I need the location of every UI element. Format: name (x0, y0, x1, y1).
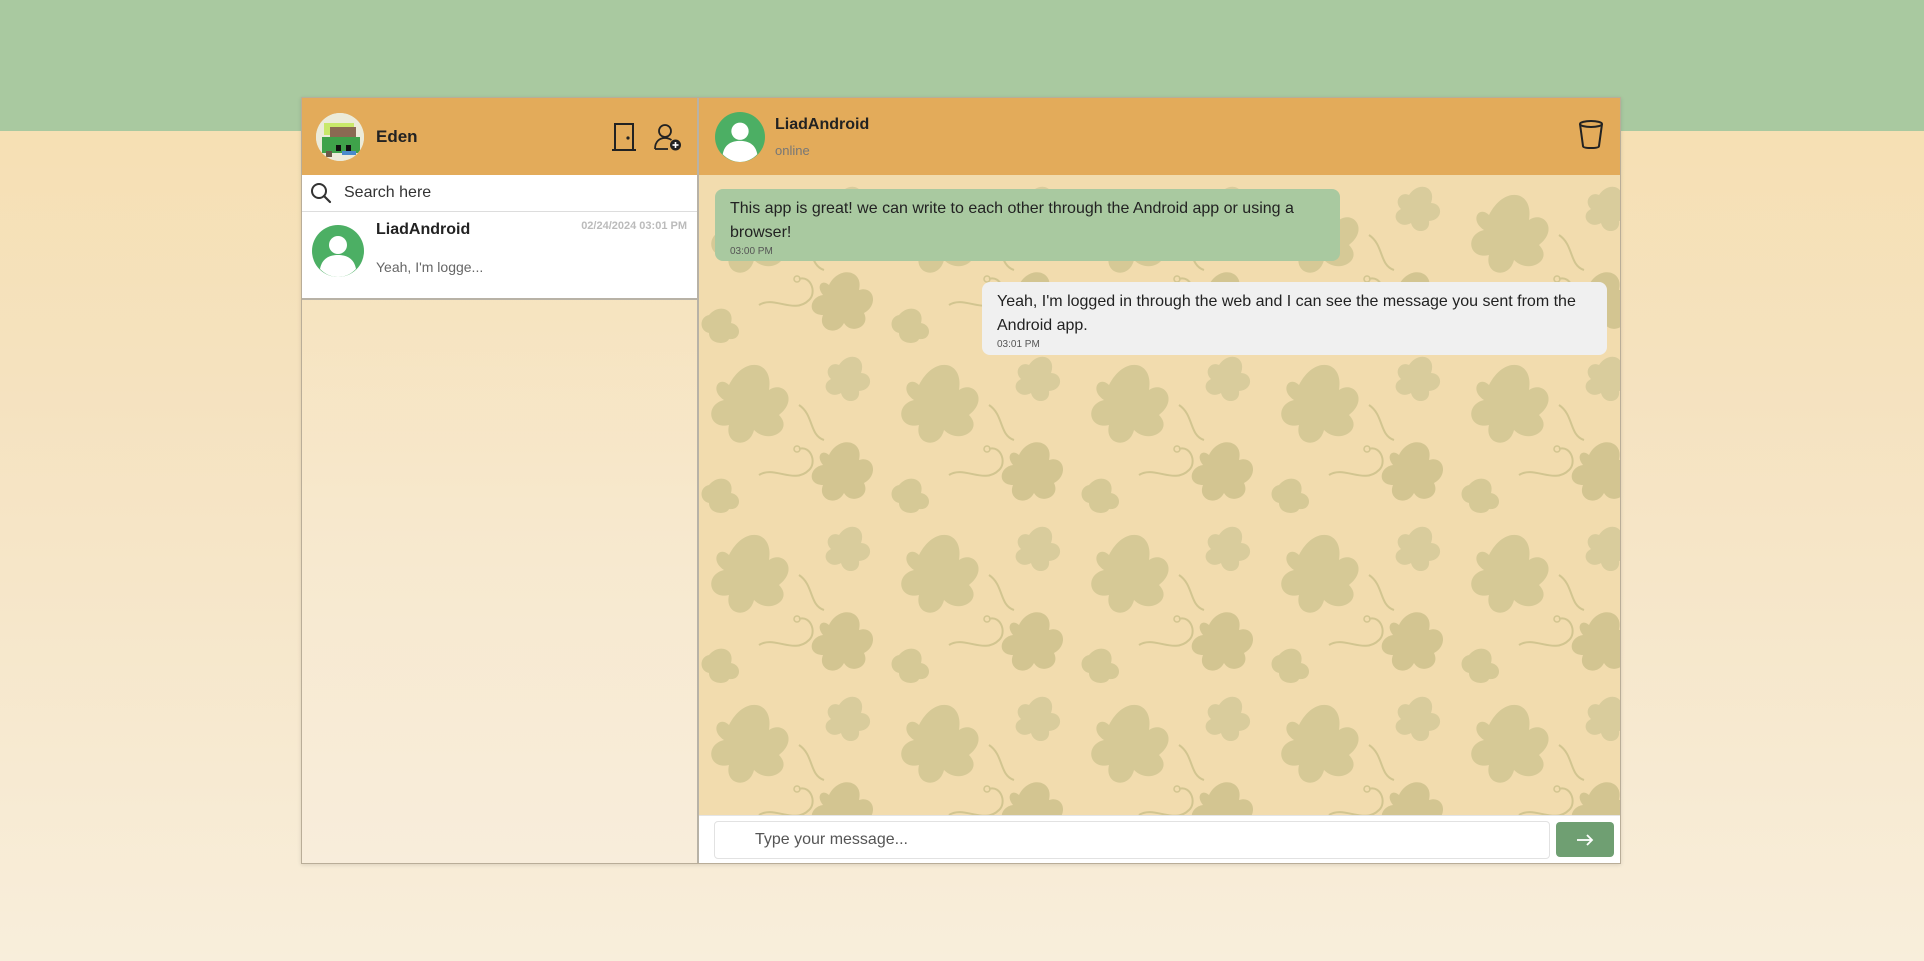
add-contact-button[interactable] (653, 121, 683, 153)
contact-avatar (312, 225, 364, 277)
message-composer (699, 815, 1620, 863)
chat-contact-status: online (775, 142, 810, 158)
user-header: Eden (302, 98, 697, 175)
door-icon (612, 122, 636, 151)
contact-item[interactable]: LiadAndroid Yeah, I'm logge... 02/24/202… (302, 212, 697, 300)
chat-contact-name: LiadAndroid (775, 115, 870, 133)
header-actions (609, 121, 683, 153)
logout-button[interactable] (609, 121, 639, 153)
search-bar (302, 175, 697, 212)
message-text: Yeah, I'm logged in through the web and … (997, 293, 1576, 334)
contact-timestamp: 02/24/2024 03:01 PM (581, 220, 687, 232)
contact-body: LiadAndroid Yeah, I'm logge... (376, 221, 483, 298)
leaf-pattern-background (699, 175, 1620, 815)
trash-icon (1579, 120, 1603, 150)
contact-name: LiadAndroid (376, 221, 471, 238)
chat-header: LiadAndroid online (699, 98, 1620, 175)
message-outgoing: Yeah, I'm logged in through the web and … (982, 282, 1607, 355)
search-icon (311, 183, 332, 204)
messages-area[interactable]: This app is great! we can write to each … (699, 175, 1620, 815)
search-input[interactable] (342, 183, 676, 203)
add-user-icon (654, 123, 681, 150)
send-button[interactable] (1556, 822, 1614, 857)
delete-chat-button[interactable] (1578, 119, 1604, 154)
message-input[interactable] (714, 820, 1550, 859)
chat-contact-avatar (715, 111, 765, 162)
chat-app-window: Eden Search here LiadAndroid Yeah, I'm l… (301, 97, 1621, 864)
user-name: Eden (376, 126, 418, 146)
contacts-panel: Eden Search here LiadAndroid Yeah, I'm l… (302, 98, 699, 863)
message-incoming: This app is great! we can write to each … (715, 189, 1340, 261)
chat-title: LiadAndroid online (775, 116, 869, 158)
message-time: 03:00 PM (730, 246, 773, 257)
contact-last-message: Yeah, I'm logge... (376, 259, 484, 275)
user-avatar-image (316, 112, 364, 161)
chat-panel: LiadAndroid online This app is great! we… (699, 98, 1620, 863)
message-text: This app is great! we can write to each … (730, 200, 1294, 241)
message-time: 03:01 PM (997, 339, 1040, 350)
user-avatar[interactable] (316, 112, 364, 161)
arrow-right-icon (1577, 833, 1594, 846)
